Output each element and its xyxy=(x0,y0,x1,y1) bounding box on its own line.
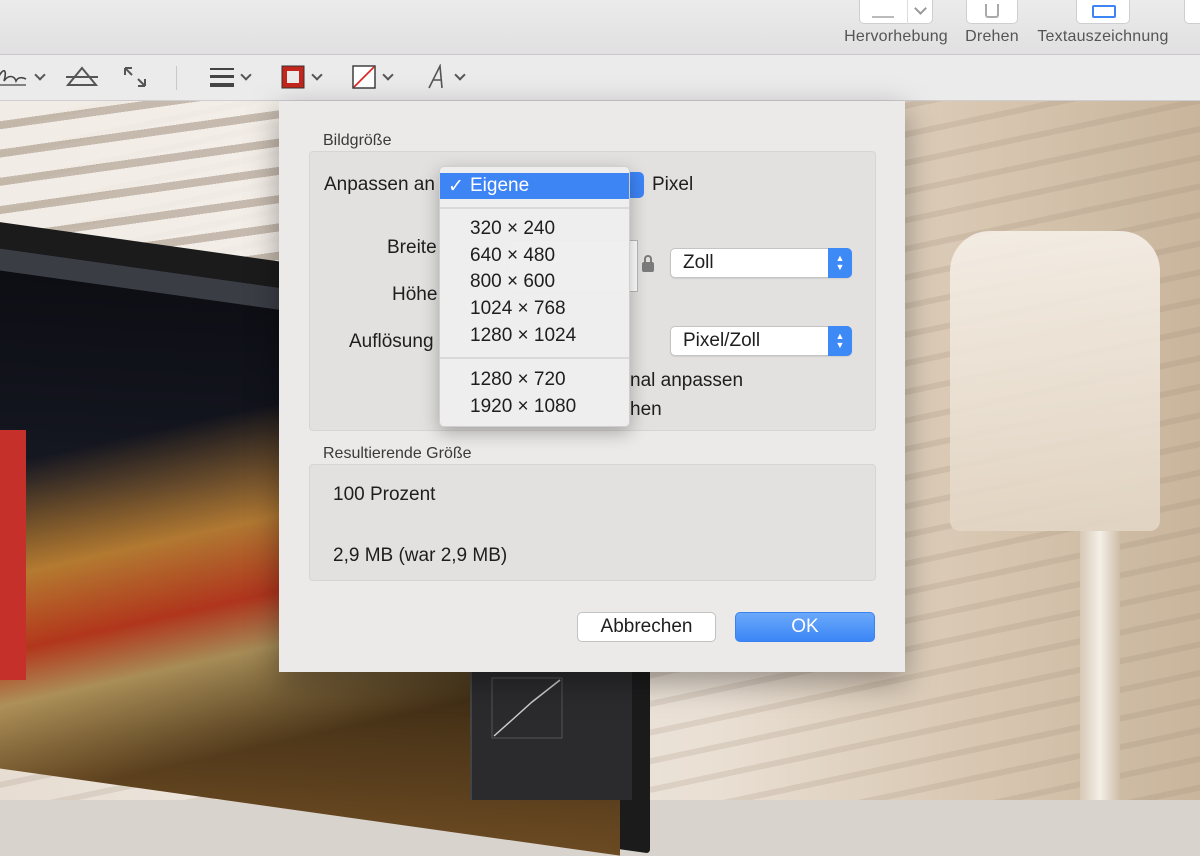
menu-item-1280x720[interactable]: 1280 × 720 xyxy=(440,367,629,393)
rotate-button[interactable] xyxy=(966,0,1018,24)
text-style-icon xyxy=(428,64,443,89)
menu-item-1024x768[interactable]: 1024 × 768 xyxy=(440,296,629,322)
ok-button[interactable]: OK xyxy=(735,612,875,642)
highlight-label: Hervorhebung xyxy=(844,28,948,45)
size-unit-value: Zoll xyxy=(683,252,714,273)
border-color-icon xyxy=(281,65,305,89)
image-size-title: Bildgröße xyxy=(323,132,392,149)
fit-popup-stepper[interactable] xyxy=(630,172,644,198)
toolbox-icon xyxy=(1092,5,1116,18)
toolbar-edge-button[interactable] xyxy=(1184,0,1200,24)
adjust-color-tool[interactable] xyxy=(66,63,98,91)
menu-item-label: 800 × 600 xyxy=(470,271,556,292)
menu-item-label: 640 × 480 xyxy=(470,245,556,266)
resize-icon xyxy=(124,67,146,87)
resample-label[interactable]: hen xyxy=(630,399,662,421)
highlighter-icon xyxy=(872,4,894,18)
phone-box xyxy=(0,430,26,680)
resolution-unit-value: Pixel/Zoll xyxy=(683,330,761,351)
highlight-button[interactable] xyxy=(859,0,933,24)
menu-separator xyxy=(440,207,629,209)
menu-item-label: Eigene xyxy=(470,175,530,196)
adjust-size-tool[interactable] xyxy=(122,63,148,91)
size-unit-popup[interactable]: Zoll ▲ ▼ xyxy=(670,248,852,278)
lamp-shade xyxy=(950,231,1160,531)
menu-item-label: 1280 × 720 xyxy=(470,369,566,390)
histogram-panel xyxy=(470,668,632,800)
resolution-unit-popup[interactable]: Pixel/Zoll ▲ ▼ xyxy=(670,326,852,356)
curve-graph xyxy=(491,677,563,739)
height-label: Höhe xyxy=(392,284,438,305)
border-color-tool[interactable] xyxy=(281,63,323,91)
markup-label: Textauszeichnung xyxy=(1037,28,1169,45)
text-style-tool[interactable] xyxy=(426,63,466,91)
result-filesize: 2,9 MB (war 2,9 MB) xyxy=(333,545,508,566)
rotate-label: Drehen xyxy=(965,28,1019,45)
fit-dropdown-menu: ✓ Eigene 320 × 240 640 × 480 800 × 600 1… xyxy=(439,166,630,427)
menu-item-1280x1024[interactable]: 1280 × 1024 xyxy=(440,323,629,349)
resolution-label: Auflösung xyxy=(349,331,434,352)
toolbar-divider xyxy=(176,66,177,90)
cancel-button[interactable]: Abbrechen xyxy=(577,612,716,642)
chevron-down-icon xyxy=(454,68,466,81)
lines-icon xyxy=(210,68,234,87)
result-percent: 100 Prozent xyxy=(333,484,436,505)
checkmark-icon: ✓ xyxy=(448,176,464,197)
highlight-tool[interactable]: Hervorhebung xyxy=(841,0,951,46)
window-toolbar: Hervorhebung Drehen Textauszeichnung xyxy=(0,0,1200,55)
menu-item-1920x1080[interactable]: 1920 × 1080 xyxy=(440,394,629,420)
markup-toolbar xyxy=(0,55,1200,101)
result-size-panel: 100 Prozent 2,9 MB (war 2,9 MB) xyxy=(309,464,876,581)
menu-item-label: 1280 × 1024 xyxy=(470,325,577,346)
chevron-down-icon xyxy=(382,68,394,81)
chevron-down-icon xyxy=(34,68,46,81)
menu-separator xyxy=(440,357,629,359)
chevron-down-icon xyxy=(311,68,323,81)
prism-icon xyxy=(66,66,98,86)
updown-icon: ▲ ▼ xyxy=(828,248,852,278)
scale-proportional-label[interactable]: nal anpassen xyxy=(630,370,743,392)
fit-label: Anpassen an xyxy=(324,174,435,195)
markup-tool[interactable]: Textauszeichnung xyxy=(1030,0,1176,46)
signature-icon xyxy=(0,69,27,86)
menu-item-label: 320 × 240 xyxy=(470,218,556,239)
chevron-down-icon[interactable] xyxy=(914,2,927,15)
width-label: Breite xyxy=(387,237,437,258)
sign-tool[interactable] xyxy=(0,63,46,91)
menu-item-eigene[interactable]: ✓ Eigene xyxy=(440,173,629,199)
fill-color-tool[interactable] xyxy=(352,63,394,91)
result-size-title: Resultierende Größe xyxy=(323,445,472,462)
lamp-base xyxy=(1080,531,1120,800)
rotate-tool[interactable]: Drehen xyxy=(962,0,1022,46)
markup-button[interactable] xyxy=(1076,0,1130,24)
updown-icon: ▲ ▼ xyxy=(828,326,852,356)
menu-item-label: 1920 × 1080 xyxy=(470,396,577,417)
menu-item-320x240[interactable]: 320 × 240 xyxy=(440,216,629,242)
shape-style-tool[interactable] xyxy=(210,63,252,91)
rotate-icon xyxy=(985,4,999,18)
menu-item-label: 1024 × 768 xyxy=(470,298,566,319)
fill-color-icon xyxy=(352,65,376,89)
menu-item-800x600[interactable]: 800 × 600 xyxy=(440,269,629,295)
menu-item-640x480[interactable]: 640 × 480 xyxy=(440,243,629,269)
fit-unit-label: Pixel xyxy=(652,174,694,195)
lock-icon[interactable] xyxy=(642,255,654,272)
chevron-down-icon xyxy=(240,68,252,81)
